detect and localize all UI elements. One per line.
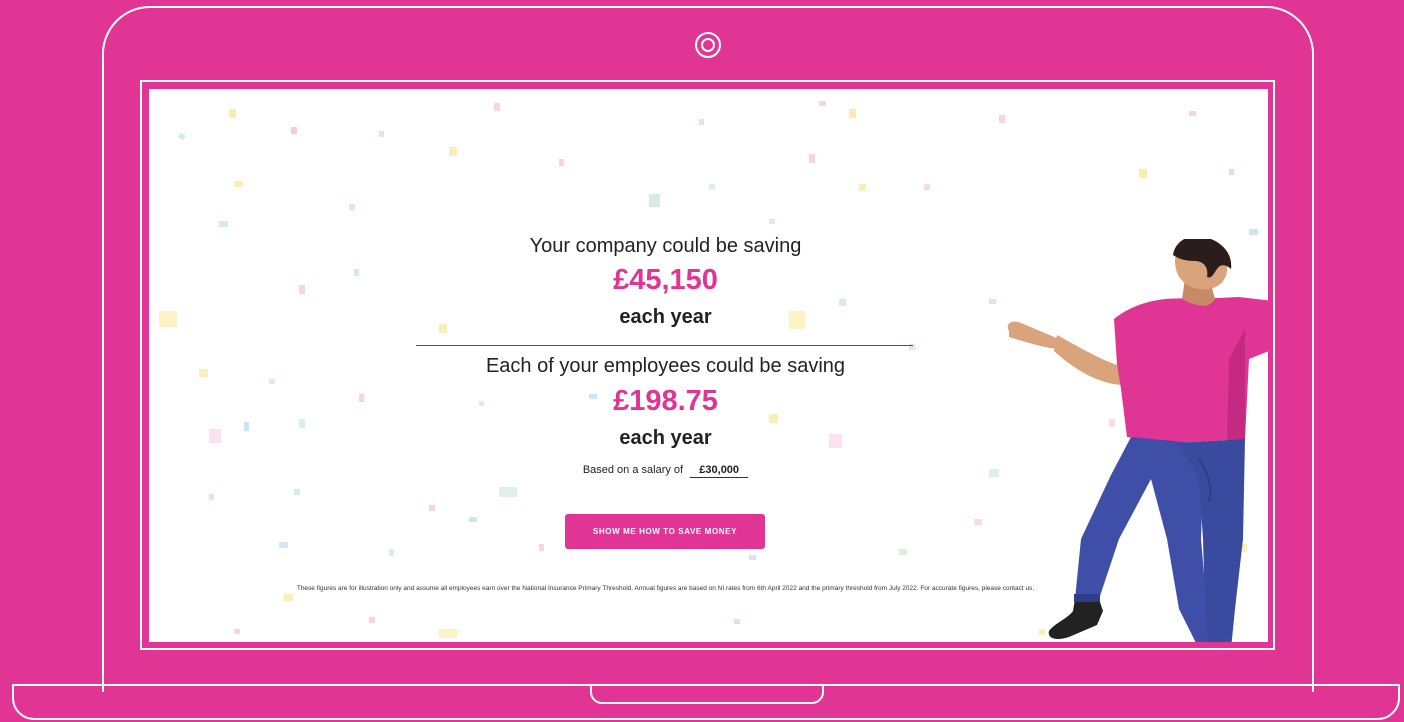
trackpad-notch: [590, 686, 824, 704]
show-me-how-button[interactable]: SHOW ME HOW TO SAVE MONEY: [565, 514, 765, 549]
camera-icon: [695, 32, 721, 58]
salary-label: Based on a salary of: [582, 464, 684, 476]
person-illustration: [1007, 239, 1268, 642]
divider: [416, 345, 913, 346]
salary-input[interactable]: [690, 463, 749, 478]
savings-screen: Your company could be saving £45,150 eac…: [149, 89, 1268, 642]
